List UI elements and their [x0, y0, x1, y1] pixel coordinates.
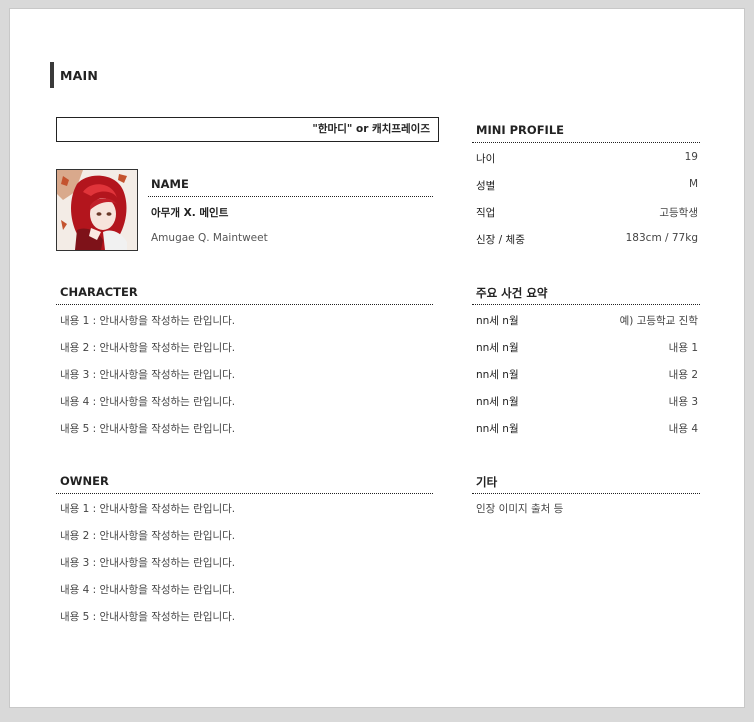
etc-heading: 기타	[476, 475, 498, 489]
event-date: nn세 n월	[476, 369, 519, 381]
profile-value: M	[688, 178, 698, 190]
english-name: Amugae Q. Maintweet	[151, 232, 268, 244]
character-item: 내용 2 : 안내사항을 작성하는 란입니다.	[60, 342, 236, 354]
character-item: 내용 1 : 안내사항을 작성하는 란입니다.	[60, 315, 236, 327]
events-divider	[472, 304, 700, 305]
event-desc: 내용 3	[668, 396, 698, 408]
owner-item: 내용 3 : 안내사항을 작성하는 란입니다.	[60, 557, 236, 569]
event-desc: 예) 고등학교 진학	[619, 315, 698, 327]
character-heading: CHARACTER	[60, 285, 138, 299]
main-accent-bar	[50, 62, 54, 88]
profile-label: 나이	[476, 153, 496, 165]
character-divider	[56, 304, 433, 305]
event-date: nn세 n월	[476, 342, 519, 354]
name-heading: NAME	[151, 177, 189, 191]
mini-profile-divider	[472, 142, 700, 143]
event-date: nn세 n월	[476, 396, 519, 408]
owner-item: 내용 5 : 안내사항을 작성하는 란입니다.	[60, 611, 236, 623]
profile-label: 성별	[476, 180, 496, 192]
profile-value: 고등학생	[659, 207, 698, 219]
event-desc: 내용 1	[668, 342, 698, 354]
owner-item: 내용 1 : 안내사항을 작성하는 란입니다.	[60, 503, 236, 515]
owner-item: 내용 2 : 안내사항을 작성하는 란입니다.	[60, 530, 236, 542]
etc-text: 인장 이미지 출처 등	[476, 503, 564, 515]
profile-label: 직업	[476, 207, 496, 219]
etc-divider	[472, 493, 700, 494]
events-heading: 주요 사건 요약	[476, 286, 548, 300]
profile-label: 신장 / 체중	[476, 234, 525, 246]
character-item: 내용 5 : 안내사항을 작성하는 란입니다.	[60, 423, 236, 435]
profile-value: 183cm / 77kg	[625, 232, 698, 244]
character-item: 내용 4 : 안내사항을 작성하는 란입니다.	[60, 396, 236, 408]
main-title: MAIN	[60, 68, 99, 83]
character-avatar	[56, 169, 138, 251]
owner-item: 내용 4 : 안내사항을 작성하는 란입니다.	[60, 584, 236, 596]
korean-name: 아무개 X. 메인트	[151, 207, 229, 219]
event-desc: 내용 2	[668, 369, 698, 381]
owner-heading: OWNER	[60, 474, 109, 488]
mini-profile-heading: MINI PROFILE	[476, 123, 565, 137]
event-desc: 내용 4	[668, 423, 698, 435]
avatar-illustration	[57, 170, 137, 250]
event-date: nn세 n월	[476, 315, 519, 327]
name-divider	[148, 196, 433, 197]
catchphrase-box: "한마디" or 캐치프레이즈	[56, 117, 439, 142]
character-item: 내용 3 : 안내사항을 작성하는 란입니다.	[60, 369, 236, 381]
owner-divider	[56, 493, 433, 494]
profile-value: 19	[684, 151, 698, 163]
event-date: nn세 n월	[476, 423, 519, 435]
profile-sheet: MAIN "한마디" or 캐치프레이즈 NAME 아무개 X. 메인트 Amu…	[9, 8, 745, 708]
